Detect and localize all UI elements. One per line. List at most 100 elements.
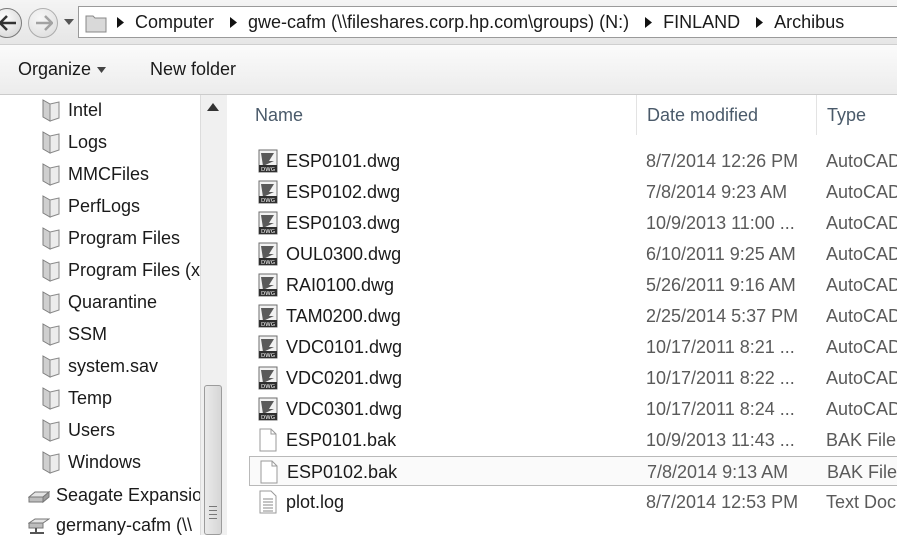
bak-file-icon xyxy=(259,428,277,452)
network-drive-icon xyxy=(28,518,50,534)
dwg-file-icon: DWG xyxy=(258,304,278,328)
breadcrumb-separator-chevron-icon[interactable] xyxy=(643,7,653,37)
breadcrumb-item[interactable]: gwe-cafm (\\fileshares.corp.hp.com\group… xyxy=(248,12,629,33)
nav-item[interactable]: Seagate Expansion Drive xyxy=(28,480,200,510)
folder-icon xyxy=(42,195,60,218)
address-bar-area: Computer gwe-cafm (\\fileshares.corp.hp.c… xyxy=(0,0,897,45)
file-type: AutoCAD xyxy=(826,182,897,202)
nav-item[interactable]: Logs xyxy=(40,127,200,157)
file-date-modified: 6/10/2011 9:25 AM xyxy=(646,244,796,264)
file-row[interactable]: DWG TAM0200.dwg 2/25/2014 5:37 PM AutoCAD xyxy=(249,301,897,331)
file-date-modified: 8/7/2014 12:26 PM xyxy=(646,151,799,171)
recent-pages-chevron-down-icon[interactable] xyxy=(63,14,75,30)
file-date-modified: 10/9/2013 11:00 ... xyxy=(646,213,795,233)
nav-item[interactable]: Windows xyxy=(40,447,200,477)
file-row[interactable]: DWG ESP0103.dwg 10/9/2013 11:00 ... AutoCAD xyxy=(249,208,897,238)
breadcrumb-item[interactable]: Computer xyxy=(135,12,214,33)
nav-item[interactable]: germany-cafm (\\ xyxy=(28,510,200,535)
breadcrumb-separator-chevron-icon[interactable] xyxy=(115,7,125,37)
svg-text:DWG: DWG xyxy=(261,291,275,297)
svg-text:DWG: DWG xyxy=(261,415,275,421)
file-row[interactable]: DWG VDC0101.dwg 10/17/2011 8:21 ... AutoCAD xyxy=(249,332,897,362)
file-name: ESP0102.bak xyxy=(287,462,398,482)
folder-icon xyxy=(42,291,60,314)
nav-item[interactable]: Intel xyxy=(40,95,200,125)
nav-item[interactable]: Quarantine xyxy=(40,287,200,317)
forward-arrow-icon xyxy=(36,15,53,31)
file-name: VDC0201.dwg xyxy=(286,368,403,388)
file-date-modified: 10/17/2011 8:22 ... xyxy=(646,368,795,388)
dwg-file-icon: DWG xyxy=(258,242,278,266)
file-date-modified: 10/9/2013 11:43 ... xyxy=(646,430,795,450)
column-header-date-modified[interactable]: Date modified xyxy=(637,95,817,135)
column-header-type[interactable]: Type xyxy=(817,95,897,135)
nav-item[interactable]: Users xyxy=(40,415,200,445)
nav-item[interactable]: MMCFiles xyxy=(40,159,200,189)
file-name: VDC0301.dwg xyxy=(286,399,403,419)
column-header-name[interactable]: Name xyxy=(245,95,637,135)
dwg-file-icon: DWG xyxy=(258,149,278,173)
folder-icon xyxy=(42,163,60,186)
nav-item[interactable]: PerfLogs xyxy=(40,191,200,221)
bak-file-icon xyxy=(260,460,278,484)
back-arrow-icon xyxy=(0,15,16,31)
command-toolbar: Organize New folder xyxy=(0,45,897,95)
nav-item[interactable]: system.sav xyxy=(40,351,200,381)
file-row[interactable]: DWG ESP0102.dwg 7/8/2014 9:23 AM AutoCAD xyxy=(249,177,897,207)
file-date-modified: 10/17/2011 8:21 ... xyxy=(646,337,795,357)
back-button[interactable] xyxy=(0,8,22,38)
file-date-modified: 7/8/2014 9:13 AM xyxy=(647,462,789,482)
scroll-up-icon[interactable] xyxy=(207,103,219,111)
dwg-file-icon: DWG xyxy=(258,211,278,235)
svg-text:DWG: DWG xyxy=(261,167,275,173)
new-folder-button[interactable]: New folder xyxy=(150,59,236,80)
dwg-file-icon: DWG xyxy=(258,180,278,204)
nav-pane-scrollbar[interactable] xyxy=(200,95,227,535)
file-row[interactable]: DWG VDC0301.dwg 10/17/2011 8:24 ... AutoCAD xyxy=(249,394,897,424)
address-box[interactable]: Computer gwe-cafm (\\fileshares.corp.hp.c… xyxy=(78,6,897,38)
nav-item[interactable]: Program Files xyxy=(40,223,200,253)
breadcrumb-item[interactable]: Archibus xyxy=(774,12,844,33)
breadcrumb-item[interactable]: FINLAND xyxy=(663,12,740,33)
forward-button[interactable] xyxy=(28,8,58,38)
file-name: VDC0101.dwg xyxy=(286,337,403,357)
nav-item[interactable]: SSM xyxy=(40,319,200,349)
file-name: ESP0102.dwg xyxy=(286,182,401,202)
file-row[interactable]: ESP0102.bak 7/8/2014 9:13 AM BAK File xyxy=(249,456,897,486)
dwg-file-icon: DWG xyxy=(258,273,278,297)
file-type: Text Document xyxy=(826,492,897,512)
nav-item[interactable]: Temp xyxy=(40,383,200,413)
file-row[interactable]: DWG ESP0101.dwg 8/7/2014 12:26 PM AutoCAD xyxy=(249,146,897,176)
file-type: AutoCAD xyxy=(826,275,897,295)
breadcrumb-separator-chevron-icon[interactable] xyxy=(754,7,764,37)
navigation-pane[interactable]: Intel Logs MMCFiles PerfLogs Program Files Pr… xyxy=(0,95,227,535)
file-row[interactable]: DWG RAI0100.dwg 5/26/2011 9:16 AM AutoCAD xyxy=(249,270,897,300)
nav-item-label: Intel xyxy=(68,99,103,120)
nav-item-label: PerfLogs xyxy=(68,195,141,216)
organize-button[interactable]: Organize xyxy=(18,59,107,80)
file-row[interactable]: DWG VDC0201.dwg 10/17/2011 8:22 ... AutoCAD xyxy=(249,363,897,393)
breadcrumb-separator-chevron-icon[interactable] xyxy=(228,7,238,37)
drive-icon xyxy=(28,490,50,504)
file-type: AutoCAD xyxy=(826,399,897,419)
folder-icon xyxy=(42,387,60,410)
dwg-file-icon: DWG xyxy=(258,335,278,359)
nav-item-label: Logs xyxy=(68,131,108,152)
nav-item-label: Windows xyxy=(68,451,142,472)
file-name: plot.log xyxy=(286,492,345,512)
scrollbar-thumb[interactable] xyxy=(204,385,222,535)
file-row[interactable]: DWG OUL0300.dwg 6/10/2011 9:25 AM AutoCAD xyxy=(249,239,897,269)
nav-item[interactable]: Program Files (x86) xyxy=(40,255,200,285)
file-name: OUL0300.dwg xyxy=(286,244,402,264)
file-type: AutoCAD xyxy=(826,213,897,233)
file-row[interactable]: ESP0101.bak 10/9/2013 11:43 ... BAK File xyxy=(249,425,897,455)
file-type: AutoCAD xyxy=(826,244,897,264)
grip-icon xyxy=(209,506,217,522)
file-type: AutoCAD xyxy=(826,151,897,171)
file-row[interactable]: plot.log 8/7/2014 12:53 PM Text Document xyxy=(249,487,897,517)
file-list[interactable]: Name Date modified Type DWG ESP0101.dwg 8/… xyxy=(227,95,897,535)
breadcrumb: Computer gwe-cafm (\\fileshares.corp.hp.c… xyxy=(115,7,858,37)
file-type: AutoCAD xyxy=(826,337,897,357)
nav-item-label: Seagate Expansion Drive xyxy=(56,484,200,505)
svg-text:DWG: DWG xyxy=(261,322,275,328)
